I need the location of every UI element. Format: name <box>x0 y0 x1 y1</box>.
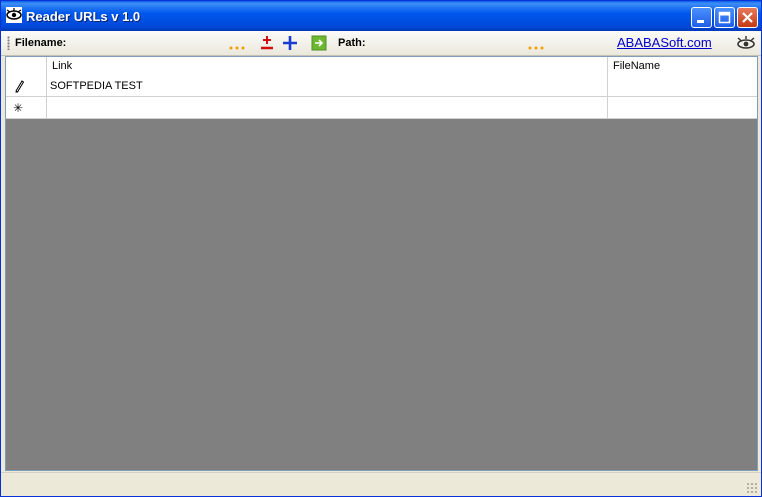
title-bar[interactable]: Reader URLs v 1.0 <box>1 1 761 31</box>
table-row[interactable]: SOFTPEDIA TEST <box>6 75 757 97</box>
column-header-link[interactable]: Link <box>47 57 608 75</box>
add-plus-icon[interactable] <box>280 33 300 53</box>
pencil-icon <box>13 75 25 96</box>
website-link[interactable]: ABABASoft.com <box>617 35 712 50</box>
filename-cell[interactable] <box>608 75 757 97</box>
path-label: Path: <box>338 37 366 49</box>
app-eye-icon <box>6 7 22 23</box>
grid-header: Link FileName <box>6 57 757 76</box>
urls-grid[interactable]: Link FileName SOFTPEDIA TEST ✳ <box>5 56 758 471</box>
link-cell[interactable]: SOFTPEDIA TEST <box>47 75 608 97</box>
add-remove-plus-minus-icon[interactable] <box>257 33 277 53</box>
maximize-icon <box>718 11 731 24</box>
link-cell[interactable] <box>47 97 608 119</box>
minimize-icon <box>697 20 704 23</box>
filename-label: Filename: <box>15 37 67 49</box>
toolbar: Filename: Path: ABABASoft.com <box>1 31 761 56</box>
toolbar-grip[interactable] <box>7 36 10 50</box>
go-arrow-icon[interactable] <box>309 33 329 53</box>
main-window: Reader URLs v 1.0 Filename: Path: ABABAS… <box>0 0 762 497</box>
close-button[interactable] <box>737 7 758 28</box>
maximize-button[interactable] <box>714 7 735 28</box>
minimize-button[interactable] <box>691 7 712 28</box>
column-header-filename[interactable]: FileName <box>608 57 757 75</box>
close-icon <box>742 12 753 23</box>
new-row-asterisk-icon: ✳ <box>13 101 24 115</box>
filename-cell[interactable] <box>608 97 757 119</box>
window-title: Reader URLs v 1.0 <box>26 9 141 24</box>
status-bar <box>1 472 761 496</box>
browse-file-ellipsis-icon[interactable] <box>227 33 247 53</box>
grid-corner-cell[interactable] <box>6 57 47 75</box>
row-header[interactable] <box>6 75 47 97</box>
row-header[interactable]: ✳ <box>6 97 47 119</box>
resize-grip[interactable] <box>746 482 758 494</box>
browse-path-ellipsis-icon[interactable] <box>526 33 546 53</box>
eye-logo-icon <box>736 33 756 53</box>
new-row[interactable]: ✳ <box>6 97 757 119</box>
